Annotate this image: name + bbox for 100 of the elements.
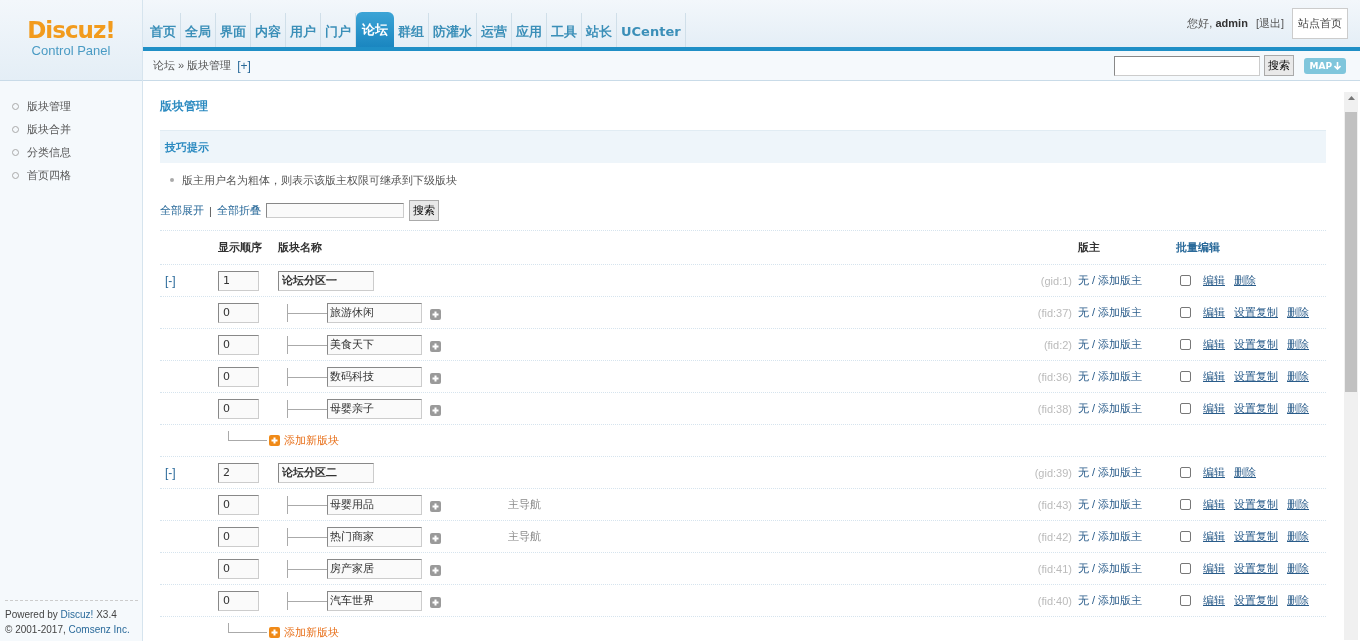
action-link[interactable]: 编辑: [1203, 561, 1225, 576]
category-name-field[interactable]: 论坛分区一: [278, 270, 374, 291]
action-link[interactable]: 编辑: [1203, 337, 1225, 352]
brand-link[interactable]: Discuz!: [60, 609, 94, 620]
moderator-link[interactable]: 无 / 添加版主: [1078, 369, 1176, 384]
plus-icon[interactable]: [430, 308, 441, 320]
action-link[interactable]: 编辑: [1203, 465, 1225, 480]
up-arrow-icon[interactable]: [1347, 96, 1355, 100]
category-name-field[interactable]: 论坛分区二: [278, 462, 374, 483]
plus-icon[interactable]: [430, 532, 441, 544]
moderator-link[interactable]: 无 / 添加版主: [1078, 529, 1176, 544]
checkbox[interactable]: [1180, 403, 1191, 414]
forum-name-field[interactable]: 房产家居: [327, 558, 422, 579]
forum-name-field[interactable]: 母婴亲子: [327, 398, 422, 419]
plus-icon[interactable]: [430, 404, 441, 416]
moderator-link[interactable]: 无 / 添加版主: [1078, 401, 1176, 416]
action-link[interactable]: 设置复制: [1234, 561, 1278, 576]
action-link[interactable]: 删除: [1287, 305, 1309, 320]
action-link[interactable]: 删除: [1234, 465, 1256, 480]
batch-edit-link[interactable]: 批量编辑: [1176, 240, 1326, 255]
checkbox[interactable]: [1180, 563, 1191, 574]
moderator-link[interactable]: 无 / 添加版主: [1078, 593, 1176, 608]
action-link[interactable]: 删除: [1287, 401, 1309, 416]
action-link[interactable]: 设置复制: [1234, 497, 1278, 512]
order-field[interactable]: 0: [218, 526, 259, 547]
order-field[interactable]: 2: [218, 462, 259, 483]
action-link[interactable]: 删除: [1287, 369, 1309, 384]
sidebar-item[interactable]: 分类信息: [27, 145, 71, 160]
action-link[interactable]: 设置复制: [1234, 337, 1278, 352]
action-link[interactable]: 设置复制: [1234, 305, 1278, 320]
action-link[interactable]: 删除: [1287, 497, 1309, 512]
scrollbar[interactable]: [1344, 92, 1358, 640]
moderator-link[interactable]: 无 / 添加版主: [1078, 497, 1176, 512]
collapse-toggle[interactable]: [-]: [160, 273, 218, 288]
plus-icon[interactable]: [430, 340, 441, 352]
forum-name-field[interactable]: 数码科技: [327, 366, 422, 387]
plus-icon[interactable]: [269, 435, 280, 446]
plus-icon[interactable]: [430, 564, 441, 576]
order-field[interactable]: 0: [218, 302, 259, 323]
checkbox[interactable]: [1180, 307, 1191, 318]
action-link[interactable]: 删除: [1287, 529, 1309, 544]
action-link[interactable]: 设置复制: [1234, 529, 1278, 544]
collapse-all-link[interactable]: 全部折叠: [216, 203, 261, 218]
plus-icon[interactable]: [430, 500, 441, 512]
add-shortcut-link[interactable]: [+]: [237, 58, 251, 73]
moderator-link[interactable]: 无 / 添加版主: [1078, 273, 1176, 288]
action-link[interactable]: 删除: [1287, 593, 1309, 608]
checkbox[interactable]: [1180, 275, 1191, 286]
scrollbar-thumb[interactable]: [1345, 112, 1357, 392]
order-field[interactable]: 0: [218, 366, 259, 387]
action-link[interactable]: 设置复制: [1234, 593, 1278, 608]
action-link[interactable]: 删除: [1287, 337, 1309, 352]
logout-link[interactable]: [退出]: [1255, 16, 1284, 31]
checkbox[interactable]: [1180, 467, 1191, 478]
action-link[interactable]: 编辑: [1203, 305, 1225, 320]
action-link[interactable]: 删除: [1234, 273, 1256, 288]
checkbox[interactable]: [1180, 371, 1191, 382]
forum-name-field[interactable]: 汽车世界: [327, 590, 422, 611]
order-field[interactable]: 0: [218, 334, 259, 355]
search-button[interactable]: 搜索: [408, 200, 439, 221]
site-home-button[interactable]: 站点首页: [1292, 8, 1348, 39]
checkbox[interactable]: [1180, 499, 1191, 510]
moderator-link[interactable]: 无 / 添加版主: [1078, 337, 1176, 352]
order-field[interactable]: 0: [218, 590, 259, 611]
id-label: (fid:40): [1037, 594, 1073, 607]
action-link[interactable]: 设置复制: [1234, 401, 1278, 416]
action-link[interactable]: 编辑: [1203, 369, 1225, 384]
order-field[interactable]: 0: [218, 558, 259, 579]
forum-name-field[interactable]: 母婴用品: [327, 494, 422, 515]
moderator-link[interactable]: 无 / 添加版主: [1078, 465, 1176, 480]
search-button[interactable]: 搜索: [1264, 55, 1295, 76]
plus-icon[interactable]: [269, 627, 280, 638]
plus-icon[interactable]: [430, 372, 441, 384]
forum-name-field[interactable]: 热门商家: [327, 526, 422, 547]
checkbox[interactable]: [1180, 531, 1191, 542]
company-link[interactable]: Comsenz Inc.: [68, 624, 130, 635]
expand-all-link[interactable]: 全部展开: [160, 203, 204, 218]
action-link[interactable]: 设置复制: [1234, 369, 1278, 384]
action-link[interactable]: 编辑: [1203, 529, 1225, 544]
collapse-toggle[interactable]: [-]: [160, 465, 218, 480]
action-link[interactable]: 编辑: [1203, 593, 1225, 608]
forum-name-field[interactable]: 旅游休闲: [327, 302, 422, 323]
moderator-link[interactable]: 无 / 添加版主: [1078, 561, 1176, 576]
moderator-link[interactable]: 无 / 添加版主: [1078, 305, 1176, 320]
plus-icon[interactable]: [430, 596, 441, 608]
action-link[interactable]: 编辑: [1203, 401, 1225, 416]
action-link[interactable]: 编辑: [1203, 273, 1225, 288]
action-link[interactable]: 删除: [1287, 561, 1309, 576]
order-field[interactable]: 0: [218, 494, 259, 515]
forum-name-field[interactable]: 美食天下: [327, 334, 422, 355]
checkbox[interactable]: [1180, 339, 1191, 350]
order-field[interactable]: 0: [218, 398, 259, 419]
sidebar-item[interactable]: 首页四格: [27, 168, 71, 183]
order-field[interactable]: 1: [218, 270, 259, 291]
sidebar-item[interactable]: 版块合并: [27, 122, 71, 137]
checkbox[interactable]: [1180, 595, 1191, 606]
search-field[interactable]: [1114, 55, 1261, 76]
forum-search-field[interactable]: [265, 203, 404, 218]
action-link[interactable]: 编辑: [1203, 497, 1225, 512]
sidebar-item[interactable]: 版块管理: [27, 99, 71, 114]
